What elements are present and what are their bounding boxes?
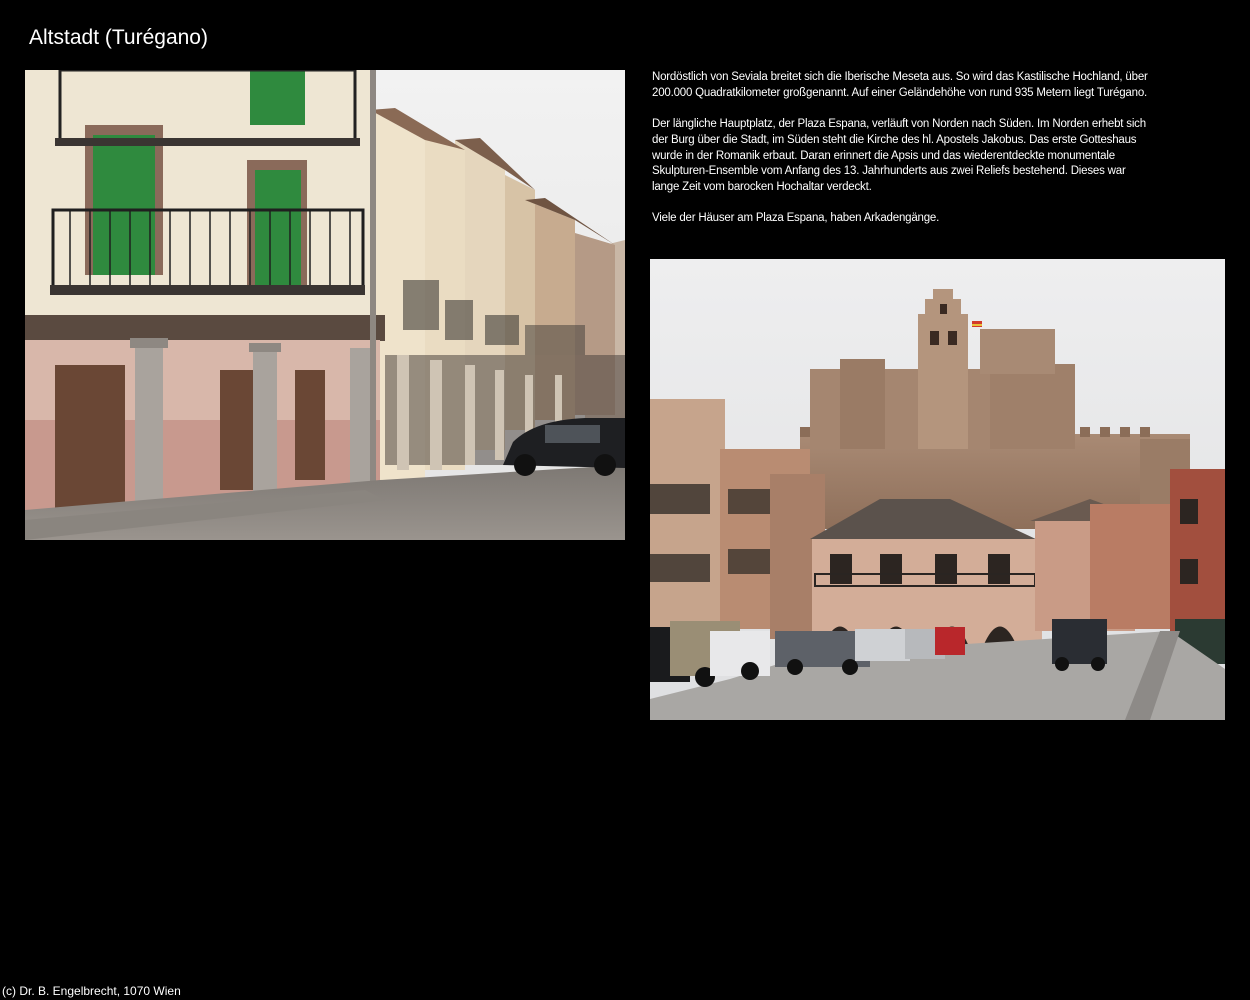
description-text: Nordöstlich von Seviala breitet sich die… [652, 70, 1152, 243]
copyright-footer: (c) Dr. B. Engelbrecht, 1070 Wien [2, 984, 181, 998]
photo-castle-plaza-image [650, 259, 1225, 720]
photo-arcaded-houses-image [25, 70, 625, 540]
description-paragraph-1: Nordöstlich von Seviala breitet sich die… [652, 71, 1148, 99]
description-paragraph-3: Viele der Häuser am Plaza Espana, haben … [652, 212, 940, 225]
photo-castle-plaza[interactable] [650, 259, 1225, 720]
photo-arcaded-houses[interactable] [25, 70, 625, 540]
page-title: Altstadt (Turégano) [29, 26, 208, 49]
description-paragraph-2: Der längliche Hauptplatz, der Plaza Espa… [652, 118, 1146, 193]
